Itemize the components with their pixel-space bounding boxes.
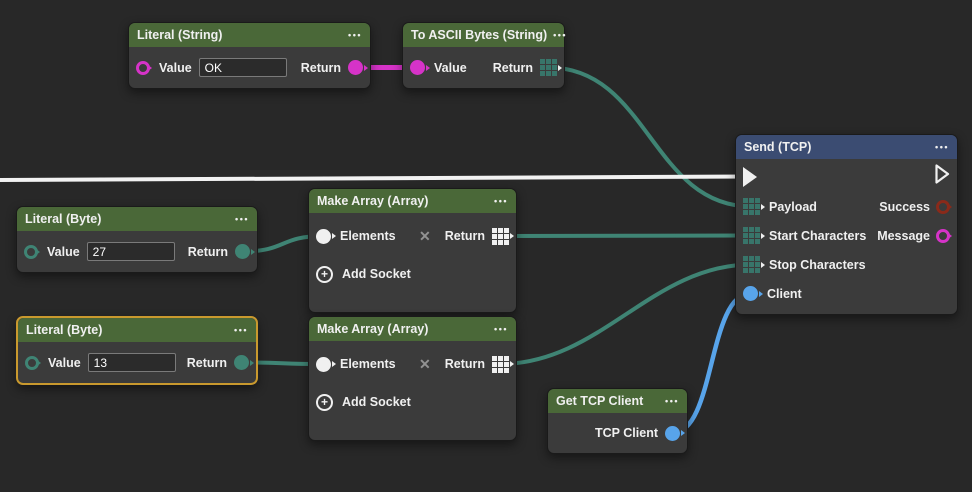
return-label: Return <box>301 61 341 75</box>
node-header[interactable]: Literal (Byte) ••• <box>17 207 257 231</box>
node-title: Literal (Byte) <box>25 212 101 226</box>
node-send-tcp[interactable]: Send (TCP) ••• Payload Success <box>735 134 958 315</box>
add-socket-label[interactable]: Add Socket <box>342 267 411 281</box>
value-input-port[interactable] <box>410 60 425 75</box>
return-array-port[interactable] <box>492 356 509 373</box>
node-header[interactable]: Make Array (Array) ••• <box>309 189 516 213</box>
menu-icon[interactable]: ••• <box>665 396 679 406</box>
return-label: Return <box>445 357 485 371</box>
node-header[interactable]: Get TCP Client ••• <box>548 389 687 413</box>
node-editor-canvas[interactable]: Literal (String) ••• Value Return To ASC… <box>0 0 972 492</box>
node-header[interactable]: Literal (Byte) ••• <box>18 318 256 342</box>
node-header[interactable]: To ASCII Bytes (String) ••• <box>403 23 564 47</box>
menu-icon[interactable]: ••• <box>553 30 567 40</box>
start-characters-input-port[interactable] <box>743 227 760 244</box>
value-input-port[interactable] <box>25 356 39 370</box>
wire-teal[interactable] <box>501 236 752 237</box>
value-input[interactable] <box>88 353 176 372</box>
elements-label: Elements <box>340 229 396 243</box>
node-make-array-1[interactable]: Make Array (Array) ••• Elements ✕ Return… <box>308 188 517 313</box>
client-input-port[interactable] <box>743 286 758 301</box>
exec-in-port[interactable] <box>743 167 757 187</box>
payload-input-port[interactable] <box>743 198 760 215</box>
return-label: Return <box>445 229 485 243</box>
elements-input-port[interactable] <box>316 357 331 372</box>
menu-icon[interactable]: ••• <box>234 325 248 335</box>
add-socket-label[interactable]: Add Socket <box>342 395 411 409</box>
return-port[interactable] <box>348 60 363 75</box>
menu-icon[interactable]: ••• <box>935 142 949 152</box>
value-label: Value <box>159 61 192 75</box>
node-title: Make Array (Array) <box>317 322 428 336</box>
value-label: Value <box>48 356 81 370</box>
value-label: Value <box>434 61 467 75</box>
message-label: Message <box>877 229 930 243</box>
node-title: Literal (String) <box>137 28 222 42</box>
stop-characters-input-port[interactable] <box>743 256 760 273</box>
node-get-tcp-client[interactable]: Get TCP Client ••• TCP Client <box>547 388 688 454</box>
tcp-client-output-port[interactable] <box>665 426 680 441</box>
remove-socket-icon[interactable]: ✕ <box>419 228 431 245</box>
node-literal-string[interactable]: Literal (String) ••• Value Return <box>128 22 371 89</box>
return-label: Return <box>188 245 228 259</box>
add-socket-icon[interactable]: + <box>316 266 333 283</box>
node-literal-byte-1[interactable]: Literal (Byte) ••• Value Return <box>16 206 258 273</box>
remove-socket-icon[interactable]: ✕ <box>419 356 431 373</box>
menu-icon[interactable]: ••• <box>494 196 508 206</box>
node-header[interactable]: Send (TCP) ••• <box>736 135 957 159</box>
message-output-port[interactable] <box>936 229 950 243</box>
return-port[interactable] <box>235 244 250 259</box>
return-port[interactable] <box>234 355 249 370</box>
payload-label: Payload <box>769 200 817 214</box>
start-characters-label: Start Characters <box>769 229 866 243</box>
elements-label: Elements <box>340 357 396 371</box>
node-title: Send (TCP) <box>744 140 811 154</box>
value-label: Value <box>47 245 80 259</box>
value-input[interactable] <box>87 242 175 261</box>
menu-icon[interactable]: ••• <box>494 324 508 334</box>
success-label: Success <box>879 200 930 214</box>
success-output-port[interactable] <box>936 200 950 214</box>
value-input[interactable] <box>199 58 287 77</box>
wire-exec_wire[interactable] <box>0 177 750 181</box>
tcp-client-label: TCP Client <box>595 426 658 440</box>
node-header[interactable]: Make Array (Array) ••• <box>309 317 516 341</box>
value-input-port[interactable] <box>24 245 38 259</box>
add-socket-icon[interactable]: + <box>316 394 333 411</box>
node-title: Get TCP Client <box>556 394 643 408</box>
return-label: Return <box>187 356 227 370</box>
node-to-ascii-bytes[interactable]: To ASCII Bytes (String) ••• Value Return <box>402 22 565 89</box>
exec-out-port[interactable] <box>935 164 950 189</box>
node-make-array-2[interactable]: Make Array (Array) ••• Elements ✕ Return… <box>308 316 517 441</box>
menu-icon[interactable]: ••• <box>235 214 249 224</box>
menu-icon[interactable]: ••• <box>348 30 362 40</box>
node-title: Literal (Byte) <box>26 323 102 337</box>
node-title: Make Array (Array) <box>317 194 428 208</box>
node-title: To ASCII Bytes (String) <box>411 28 547 42</box>
node-header[interactable]: Literal (String) ••• <box>129 23 370 47</box>
value-input-port[interactable] <box>136 61 150 75</box>
client-label: Client <box>767 287 802 301</box>
return-label: Return <box>493 61 533 75</box>
stop-characters-label: Stop Characters <box>769 258 866 272</box>
return-array-port[interactable] <box>540 59 557 76</box>
wire-teal[interactable] <box>549 68 752 207</box>
return-array-port[interactable] <box>492 228 509 245</box>
node-literal-byte-2[interactable]: Literal (Byte) ••• Value Return <box>16 316 258 385</box>
elements-input-port[interactable] <box>316 229 331 244</box>
